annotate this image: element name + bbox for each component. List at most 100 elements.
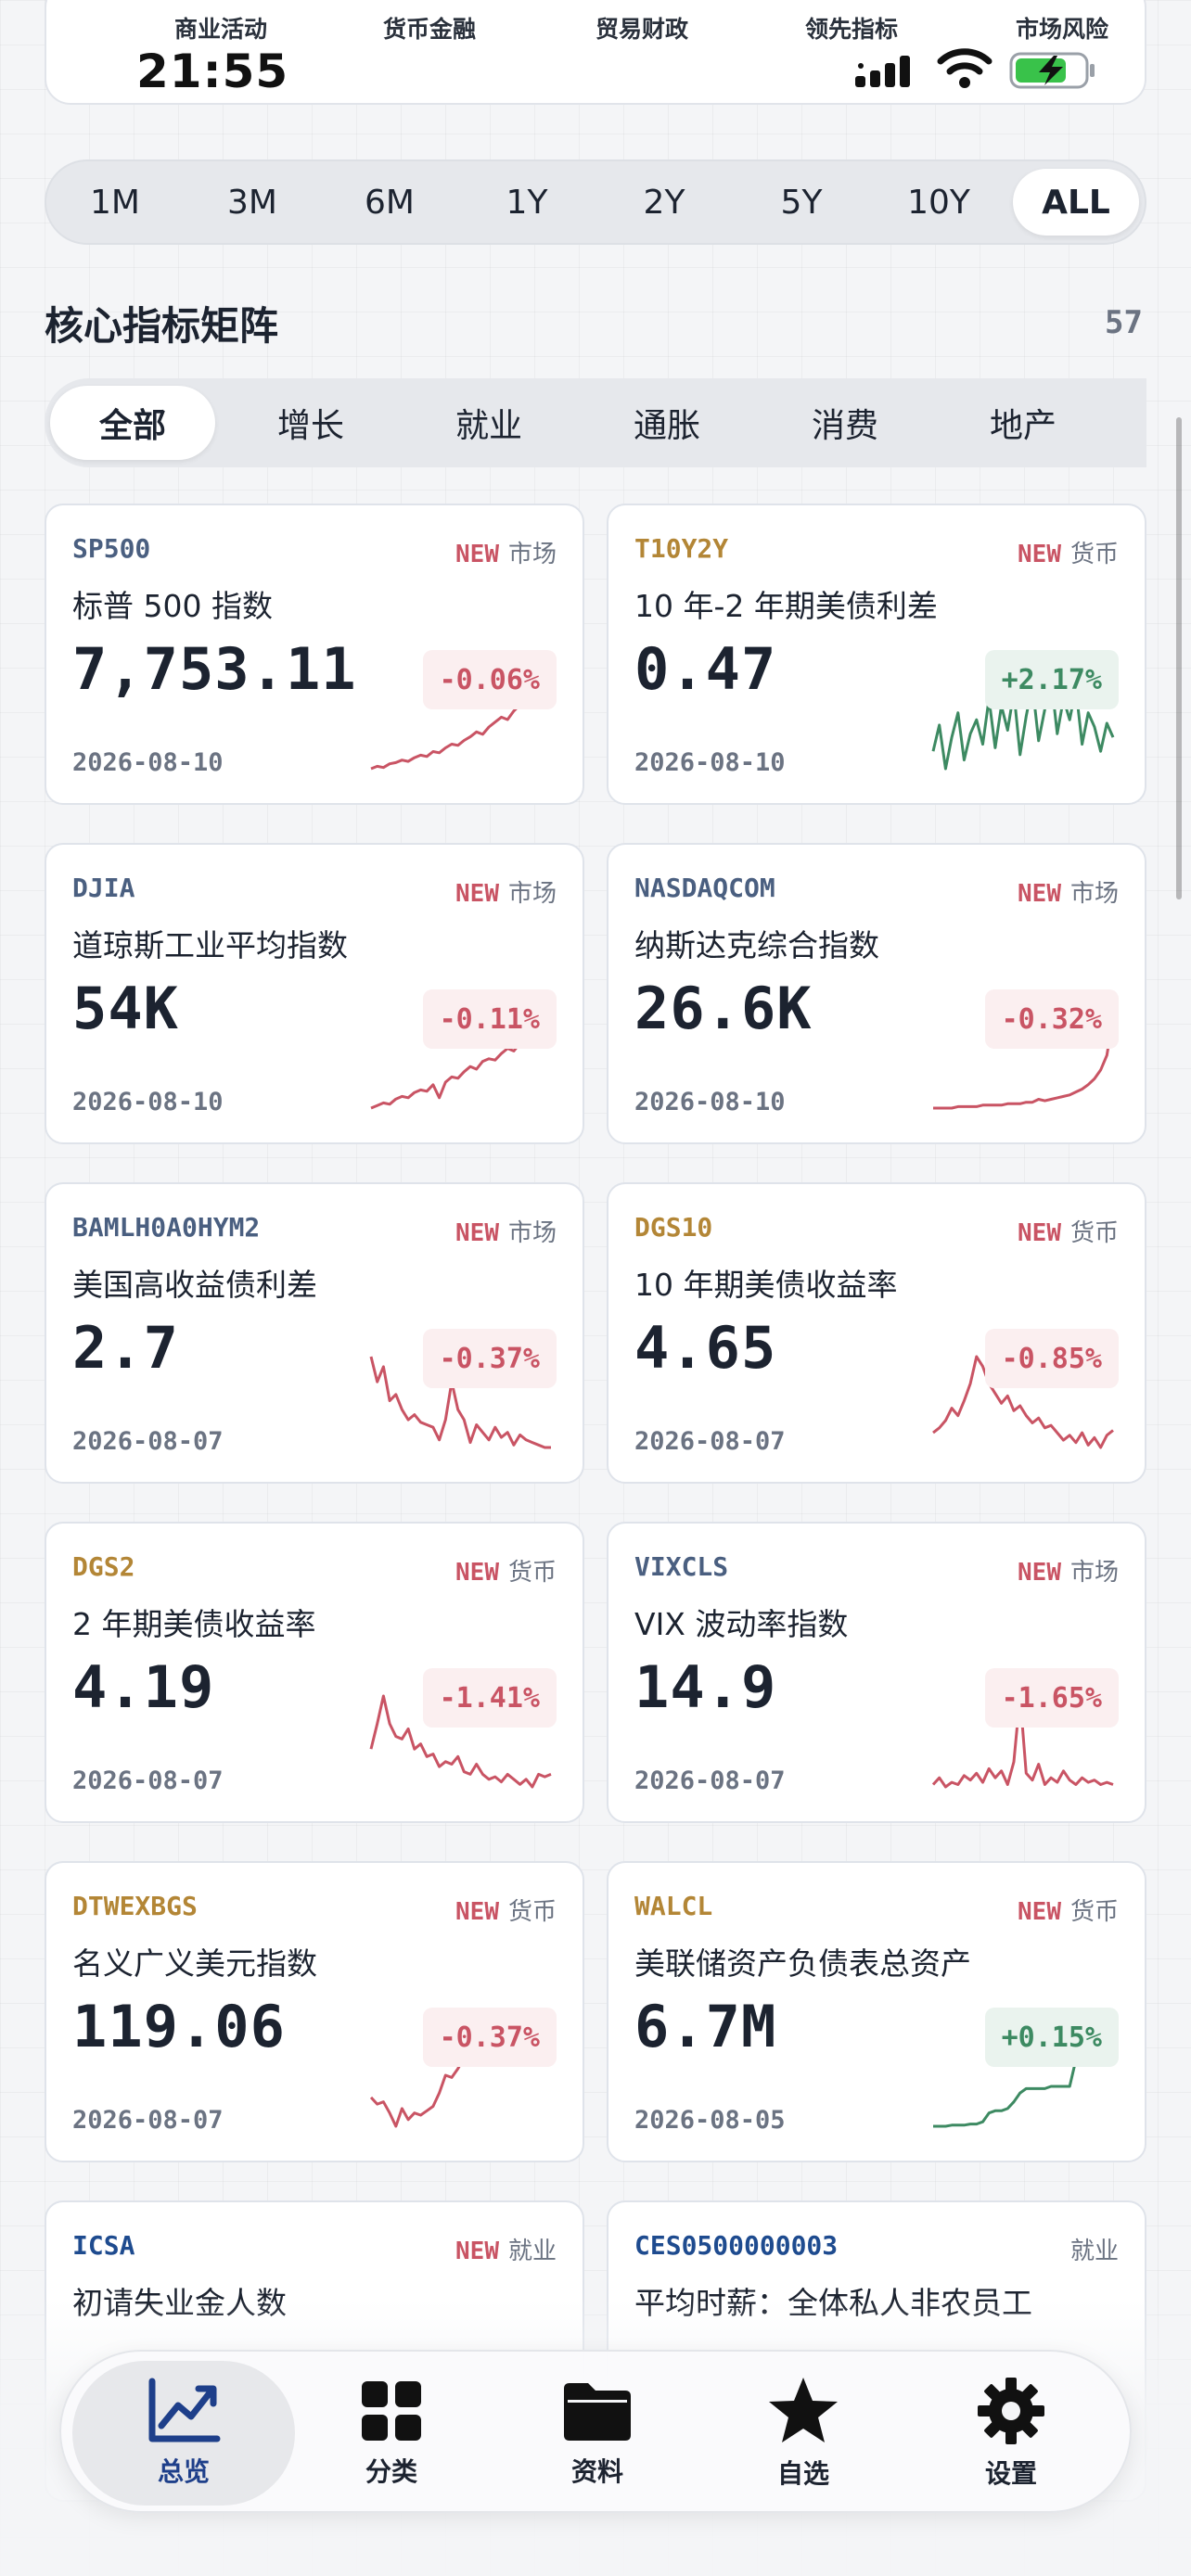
indicator-value: 6.7M	[634, 1993, 777, 2060]
indicator-category: 市场	[507, 880, 557, 908]
indicator-date: 2026-08-07	[634, 1766, 786, 1795]
indicator-code: DTWEXBGS	[72, 1891, 198, 1921]
indicator-code: WALCL	[634, 1891, 713, 1921]
indicator-code: DJIA	[72, 873, 135, 903]
indicator-value: 7,753.11	[72, 635, 357, 703]
indicator-card[interactable]: DGS2 NEW 货币 2 年期美债收益率 4.19 2026-08-07 -1.41%	[45, 1522, 584, 1823]
indicator-date: 2026-08-05	[634, 2106, 786, 2135]
indicator-code: CES0500000003	[634, 2230, 839, 2261]
change-badge: +0.15%	[984, 2008, 1119, 2067]
change-badge: +2.17%	[984, 650, 1119, 709]
indicator-value: 4.19	[72, 1653, 215, 1721]
indicator-card[interactable]: SP500 NEW 市场标普 500 指数 7,753.11 2026-08-10 -0.…	[45, 504, 584, 805]
indicator-date: 2026-08-10	[634, 1088, 786, 1116]
indicator-date: 2026-08-10	[72, 748, 224, 777]
indicator-category: 市场	[507, 541, 557, 568]
indicator-code: BAMLH0A0HYM2	[72, 1212, 261, 1243]
indicator-code: SP500	[72, 533, 151, 564]
indicator-date: 2026-08-10	[634, 748, 786, 777]
nav-settings[interactable]: 设置	[900, 2361, 1122, 2506]
indicator-card[interactable]: DGS10 NEW 货币 10 年期美债收益率 4.65 2026-08-07 -0.85%	[607, 1182, 1146, 1484]
star-icon	[769, 2378, 838, 2442]
indicator-code: DGS2	[72, 1551, 135, 1582]
indicator-name: 2 年期美债收益率	[72, 1606, 316, 1642]
nav-label-categories: 分类	[365, 2456, 417, 2487]
indicator-date: 2026-08-07	[72, 1427, 224, 1456]
change-badge: -0.06%	[422, 650, 557, 709]
nav-label-watchlist: 自选	[776, 2458, 829, 2489]
indicator-tag: NEW 市场	[1018, 874, 1119, 909]
indicator-name: 美联储资产负债表总资产	[634, 1945, 971, 1982]
indicator-category: 货币	[507, 1559, 557, 1587]
indicator-card[interactable]: WALCL NEW 货币美联储资产负债表总资产 6.7M 2026-08-05 +0.15…	[607, 1861, 1146, 2162]
new-badge: NEW	[1018, 541, 1061, 568]
indicator-tag: NEW 就业	[455, 2232, 557, 2266]
indicator-value: 119.06	[72, 1993, 286, 2060]
new-badge: NEW	[455, 1898, 499, 1926]
indicator-card[interactable]: T10Y2Y NEW 货币 10 年-2 年期美债利差 0.47 2026-08-10 +2…	[607, 504, 1146, 805]
indicator-category: 就业	[507, 2238, 557, 2265]
indicator-date: 2026-08-07	[72, 2106, 224, 2135]
indicator-code: ICSA	[72, 2230, 135, 2261]
indicator-card[interactable]: BAMLH0A0HYM2 NEW 市场 美国高收益债利差 2.7 2026-08-07 -0…	[45, 1182, 584, 1484]
nav-label-overview: 总览	[157, 2456, 210, 2487]
indicator-tag: NEW 货币	[455, 1893, 557, 1927]
new-badge: NEW	[455, 1559, 499, 1587]
indicator-grid: SP500 NEW 市场 标普 500 指数 7,753.11 2026-08-10 -0.…	[0, 0, 1191, 2576]
scrollbar[interactable]	[1176, 417, 1182, 899]
new-badge: NEW	[455, 880, 499, 908]
change-badge: -0.11%	[422, 989, 557, 1049]
indicator-tag: NEW 市场	[455, 874, 557, 909]
indicator-tag: 就业	[1070, 2232, 1119, 2266]
indicator-card[interactable]: NASDAQCOM NEW 市场 纳斯达克综合指数 26.6K 2026-08-10 -0.…	[607, 843, 1146, 1144]
chart-line-icon	[148, 2378, 221, 2442]
nav-categories[interactable]: 分类	[280, 2361, 503, 2506]
indicator-tag: NEW 货币	[1018, 1214, 1119, 1248]
indicator-category: 市场	[1069, 1559, 1119, 1587]
indicator-name: 标普 500 指数	[72, 588, 273, 624]
new-badge: NEW	[1018, 880, 1061, 908]
indicator-tag: NEW 市场	[1018, 1553, 1119, 1588]
indicator-card[interactable]: DJIA NEW 市场 道琼斯工业平均指数 54K 2026-08-10 -0.11%	[45, 843, 584, 1144]
indicator-card[interactable]: VIXCLS NEW 市场 VIX 波动率指数 14.9 2026-08-07 -1.65%	[607, 1522, 1146, 1823]
indicator-category: 货币	[1069, 1898, 1119, 1926]
indicator-name: VIX 波动率指数	[634, 1606, 849, 1642]
indicator-category: 市场	[507, 1219, 557, 1247]
indicator-value: 14.9	[634, 1653, 777, 1721]
nav-label-settings: 设置	[984, 2458, 1037, 2489]
indicator-value: 0.47	[634, 635, 777, 703]
indicator-category: 货币	[507, 1898, 557, 1926]
new-badge: NEW	[1018, 1898, 1061, 1926]
indicator-tag: NEW 市场	[455, 1214, 557, 1248]
new-badge: NEW	[455, 541, 499, 568]
indicator-card[interactable]: DTWEXBGS NEW 货币 名义广义美元指数 119.06 2026-08-07 -0.…	[45, 1861, 584, 2162]
change-badge: -0.37%	[422, 2008, 557, 2067]
indicator-code: DGS10	[634, 1212, 713, 1243]
nav-data[interactable]: 资料	[486, 2361, 709, 2506]
change-badge: -1.65%	[984, 1668, 1119, 1728]
change-badge: -0.32%	[984, 989, 1119, 1049]
nav-watchlist[interactable]: 自选	[692, 2361, 915, 2506]
indicator-code: NASDAQCOM	[634, 873, 775, 903]
indicator-value: 2.7	[72, 1314, 179, 1382]
new-badge: NEW	[1018, 1559, 1061, 1587]
nav-overview[interactable]: 总览	[72, 2361, 295, 2506]
indicator-name: 道琼斯工业平均指数	[72, 927, 348, 963]
indicator-name: 纳斯达克综合指数	[634, 927, 879, 963]
indicator-tag: NEW 货币	[1018, 535, 1119, 569]
new-badge: NEW	[455, 2238, 499, 2265]
indicator-date: 2026-08-07	[634, 1427, 786, 1456]
new-badge: NEW	[1018, 1219, 1061, 1247]
gear-icon	[978, 2378, 1044, 2444]
indicator-code: VIXCLS	[634, 1551, 729, 1582]
change-badge: -1.41%	[422, 1668, 557, 1728]
indicator-tag: NEW 货币	[1018, 1893, 1119, 1927]
indicator-date: 2026-08-10	[72, 1088, 224, 1116]
bottom-nav: 总览 分类 资料 自选 设置	[59, 2350, 1132, 2513]
change-badge: -0.85%	[984, 1329, 1119, 1388]
indicator-tag: NEW 市场	[455, 535, 557, 569]
new-badge: NEW	[455, 1219, 499, 1247]
indicator-date: 2026-08-07	[72, 1766, 224, 1795]
indicator-tag: NEW 货币	[455, 1553, 557, 1588]
indicator-code: T10Y2Y	[634, 533, 729, 564]
